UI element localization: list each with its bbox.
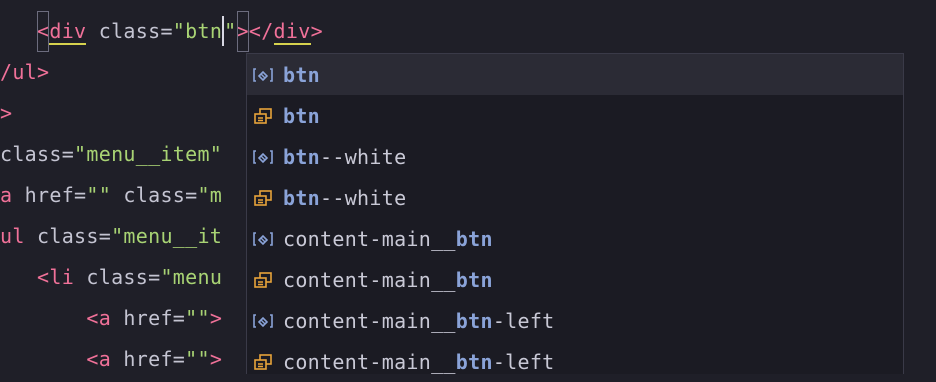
attribute-name: class= [111, 183, 198, 207]
attribute-name: class= [86, 19, 173, 43]
tag-bracket: < [86, 347, 99, 371]
tag-name: ul [0, 224, 25, 248]
close-tag-name: div [273, 19, 311, 45]
snippet-icon [251, 270, 275, 290]
tag-bracket: > [209, 306, 223, 330]
suggestion-item[interactable]: content-main__btn [247, 218, 903, 259]
suggestion-label: btn [283, 62, 321, 87]
tag-name: a [98, 306, 112, 330]
tag-bracket: < [37, 265, 50, 289]
class-icon [251, 229, 275, 249]
suggestion-item[interactable]: btn [247, 95, 903, 136]
suggestion-item[interactable]: btn--white [247, 177, 903, 218]
tag-bracket: < [37, 11, 50, 52]
suggestion-item[interactable]: content-main__btn [247, 259, 903, 300]
suggestion-label: btn--white [283, 185, 407, 210]
suggestion-item[interactable]: content-main__btn-left [247, 341, 903, 382]
snippet-icon [251, 188, 275, 208]
class-icon [251, 147, 275, 167]
tag-name: /ul [0, 60, 38, 84]
attribute-name: href= [111, 306, 186, 330]
code-line[interactable]: <div class="btn "></div> [0, 11, 323, 52]
tag-name: li [49, 265, 75, 289]
snippet-icon [251, 106, 275, 126]
tag-bracket: > [209, 347, 223, 371]
class-icon [251, 65, 275, 85]
code-line[interactable]: <li class="menu [0, 257, 222, 298]
suggestion-item[interactable]: btn [247, 54, 903, 95]
suggestion-label: content-main__btn-left [283, 349, 555, 374]
code-line[interactable]: <a href=""> [0, 298, 222, 339]
attribute-value: "" [185, 347, 210, 371]
tag-bracket: > [37, 60, 50, 84]
attribute-value: "menu__it [111, 224, 223, 248]
suggestion-label: btn [283, 103, 321, 128]
code-line[interactable]: ul class="menu__it [0, 216, 222, 257]
class-icon [251, 311, 275, 331]
suggestion-item[interactable]: content-main__btn-left [247, 300, 903, 341]
tag-bracket: > [0, 101, 13, 125]
attribute-quote: " [224, 19, 237, 43]
attribute-value: "m [197, 183, 223, 207]
suggestion-label: content-main__btn [283, 267, 493, 292]
tag-name: div [49, 19, 87, 45]
tag-name: a [0, 183, 13, 207]
close-tag-open: </ [248, 19, 274, 43]
snippet-icon [251, 352, 275, 372]
tag-bracket: < [86, 306, 99, 330]
attribute-name: class= [0, 142, 75, 166]
attribute-name: href= [12, 183, 87, 207]
attribute-name: href= [111, 347, 186, 371]
code-line[interactable]: /ul> [0, 52, 49, 93]
attribute-value: "" [185, 306, 210, 330]
autocomplete-popup[interactable]: btn btn btn--white btn--white content-ma… [246, 53, 904, 374]
close-tag-end: > [310, 19, 323, 43]
code-line[interactable]: > [0, 93, 12, 134]
tag-name: a [98, 347, 112, 371]
attribute-value: "btn [172, 19, 223, 43]
suggestion-item[interactable]: btn--white [247, 136, 903, 177]
suggestion-label: btn--white [283, 144, 407, 169]
attribute-name: class= [24, 224, 112, 248]
attribute-name: class= [74, 265, 161, 289]
tag-bracket: > [236, 11, 249, 52]
suggestion-label: content-main__btn-left [283, 308, 555, 333]
code-line[interactable]: a href="" class="m [0, 175, 222, 216]
attribute-value: "menu [160, 265, 223, 289]
attribute-value: "" [86, 183, 112, 207]
suggestion-label: content-main__btn [283, 226, 493, 251]
attribute-value: "menu__item" [74, 142, 223, 166]
code-line[interactable]: class="menu__item" [0, 134, 222, 175]
